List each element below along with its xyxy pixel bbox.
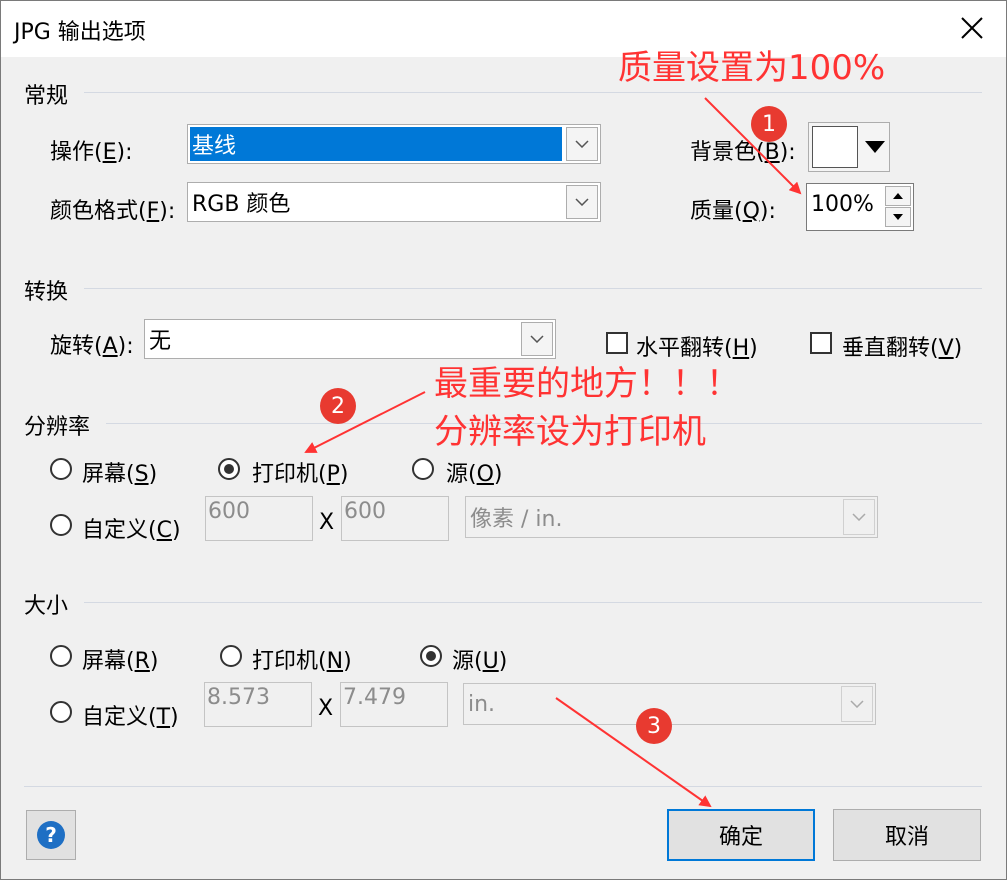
annotation-badge-2: 2	[320, 388, 356, 424]
annotation-badge-1: 1	[751, 106, 787, 142]
annotation-important-line2: 分辨率设为打印机	[434, 412, 706, 452]
annotation-important-line1: 最重要的地方！！！	[434, 364, 740, 404]
annotation-quality-note: 质量设置为100%	[618, 48, 886, 88]
annotation-arrow-quality	[704, 97, 802, 195]
annotation-badge-3: 3	[636, 708, 672, 744]
annotation-arrow-ok	[555, 697, 712, 808]
